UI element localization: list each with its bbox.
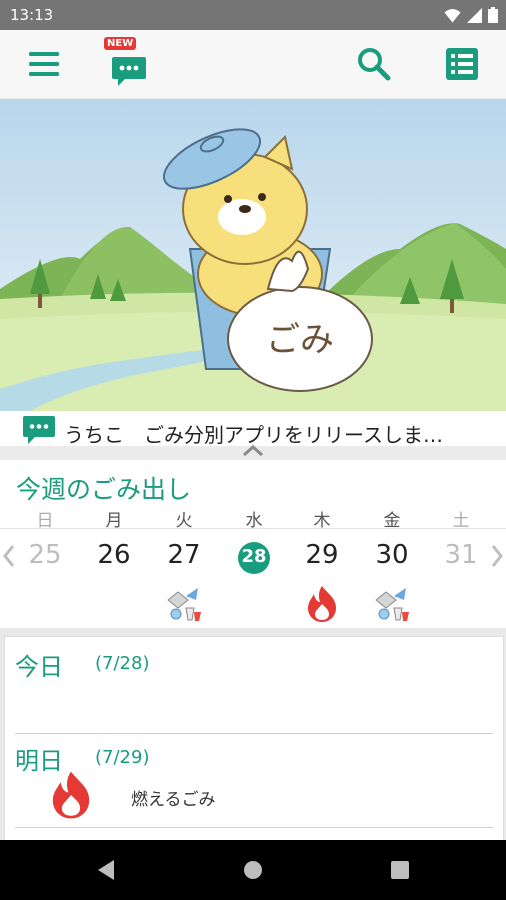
recent-apps-icon[interactable] (391, 861, 409, 879)
next-week-arrow-icon[interactable] (490, 543, 504, 569)
battery-icon (488, 7, 498, 23)
back-icon[interactable] (96, 859, 116, 881)
status-time: 13:13 (10, 6, 54, 24)
system-navigation-bar (0, 840, 506, 900)
signal-icon (467, 7, 482, 23)
app-toolbar: NEW (0, 30, 506, 99)
tomorrow-date: (7/29) (95, 747, 150, 768)
burnable-garbage-fire-icon (52, 771, 90, 819)
divider (15, 733, 493, 734)
news-button[interactable]: NEW (96, 34, 156, 94)
date-cell[interactable]: 25 (20, 540, 70, 570)
today-label: 今日 (15, 653, 63, 681)
list-view-button[interactable] (434, 36, 490, 92)
divider (0, 528, 506, 529)
today-date: (7/28) (95, 653, 150, 674)
search-icon (358, 48, 391, 81)
chevron-up-icon (243, 444, 263, 456)
status-icons (444, 7, 498, 23)
prev-week-arrow-icon[interactable] (2, 543, 16, 569)
chat-bubble-icon (23, 416, 55, 444)
hamburger-menu-icon (29, 52, 59, 76)
status-bar: 13:13 (0, 0, 506, 30)
recyclable-garbage-icon (167, 588, 201, 621)
wifi-icon (444, 8, 461, 22)
hero-illustration: ごみ (0, 99, 506, 411)
date-cell[interactable]: 29 (297, 540, 347, 570)
collapse-handle[interactable] (0, 444, 506, 460)
tomorrow-garbage-type: 燃えるごみ (131, 790, 216, 810)
home-icon[interactable] (243, 860, 263, 880)
recyclable-garbage-icon (375, 588, 409, 621)
bag-label: ごみ (266, 320, 334, 360)
burnable-garbage-fire-icon (308, 586, 336, 622)
cat-in-trash-can-illustration: ごみ (0, 99, 506, 411)
new-badge: NEW (104, 37, 137, 50)
schedule-panel: 今日 (7/28) 明日 (7/29) 燃えるごみ 明後日 (4, 636, 504, 842)
date-cell[interactable]: 27 (159, 540, 209, 570)
date-cell[interactable]: 30 (367, 540, 417, 570)
menu-button[interactable] (16, 36, 72, 92)
date-cell-today[interactable]: 28 (229, 546, 279, 567)
date-cell[interactable]: 26 (89, 540, 139, 570)
divider (15, 827, 493, 828)
search-button[interactable] (346, 36, 402, 92)
chat-bubble-icon (112, 57, 146, 86)
list-icon (446, 48, 478, 80)
week-title: 今週のごみ出し (16, 475, 192, 504)
date-cell[interactable]: 31 (436, 540, 486, 570)
